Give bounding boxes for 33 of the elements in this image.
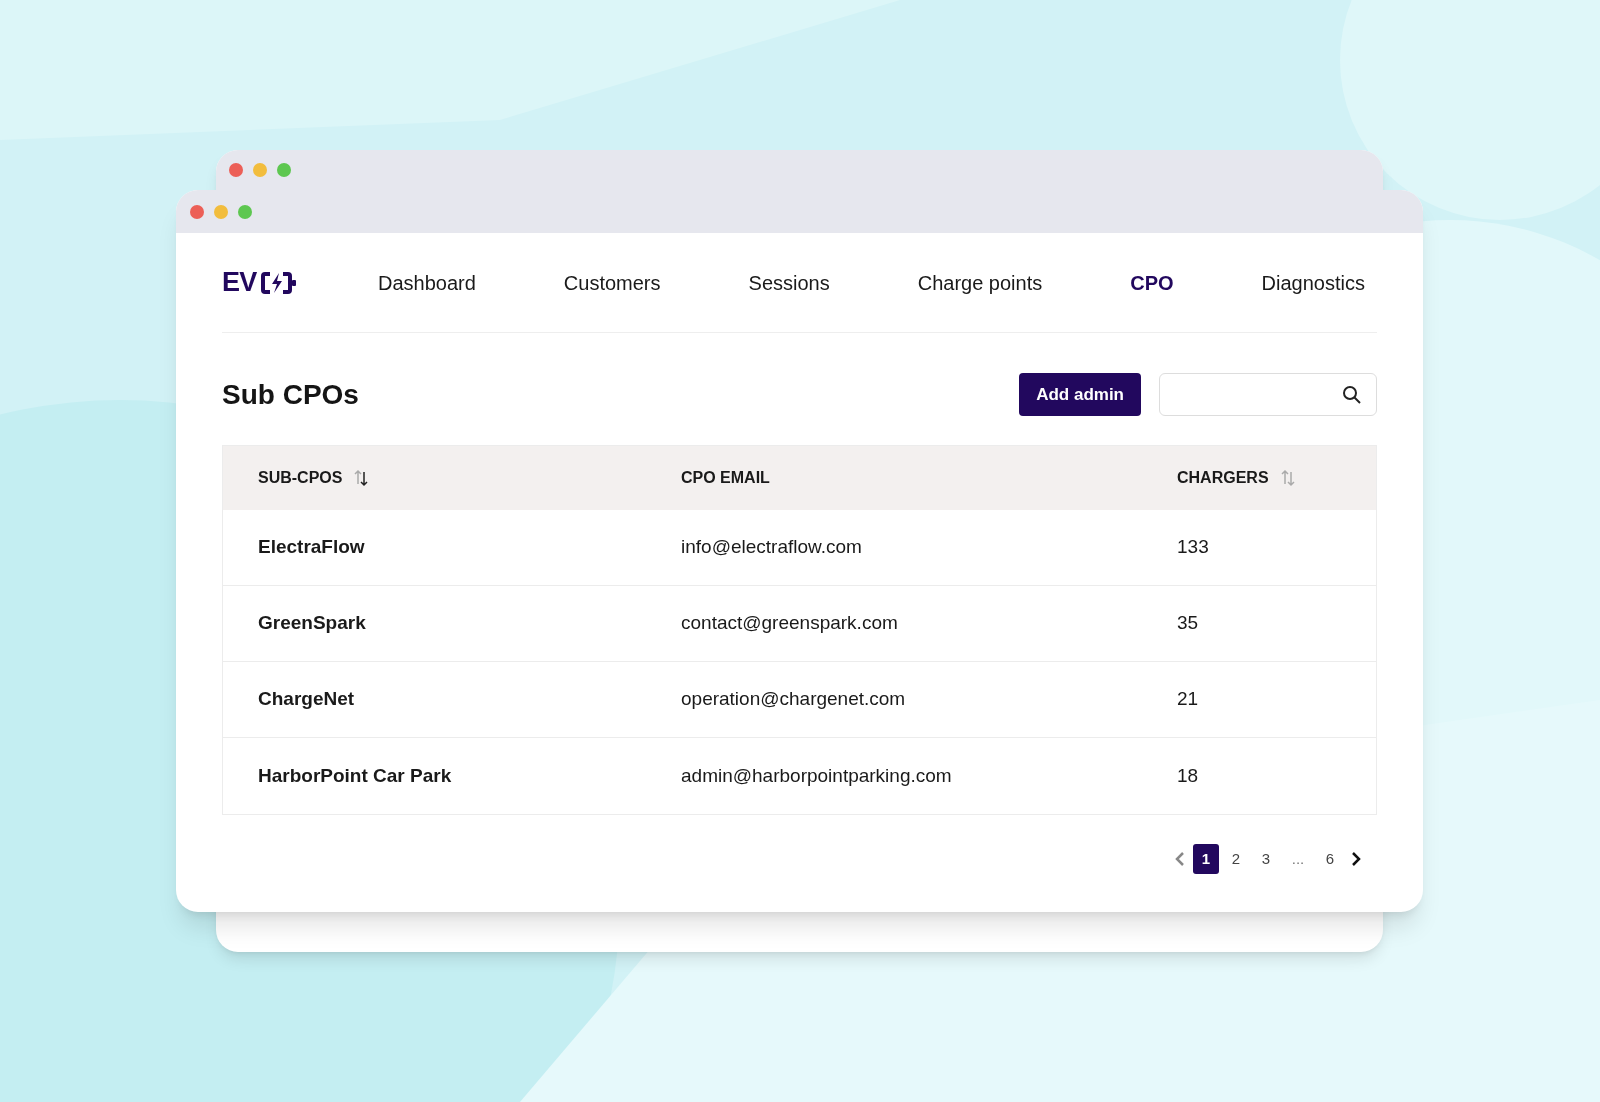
sort-icon[interactable] xyxy=(354,469,369,487)
table-cell: info@electraflow.com xyxy=(681,536,862,558)
nav-tab[interactable]: Diagnostics xyxy=(1261,267,1365,298)
search-field[interactable] xyxy=(1159,373,1377,416)
page-button[interactable]: 6 xyxy=(1317,844,1343,874)
table-cell: 35 xyxy=(1177,612,1199,634)
search-icon xyxy=(1342,384,1362,405)
table-cell: HarborPoint Car Park xyxy=(258,764,452,786)
logo-text: EV xyxy=(222,266,257,300)
nav-tab[interactable]: Charge points xyxy=(917,267,1043,298)
page-title: Sub CPOs xyxy=(222,377,359,412)
table-cell: GreenSpark xyxy=(258,612,366,634)
nav-tab[interactable]: Sessions xyxy=(748,267,830,298)
table-cell: ChargeNet xyxy=(258,688,355,710)
table-cell: contact@greenspark.com xyxy=(681,612,898,634)
page-button[interactable]: 2 xyxy=(1223,844,1249,874)
nav-tab[interactable]: CPO xyxy=(1130,267,1174,298)
table-cell: admin@harborpointparking.com xyxy=(681,764,952,786)
column-header: CPO EMAIL xyxy=(681,468,770,488)
column-header: CHARGERS xyxy=(1177,468,1269,488)
pagination-ellipsis: ... xyxy=(1290,848,1306,869)
nav-tab[interactable]: Dashboard xyxy=(378,267,476,298)
page-button[interactable]: 1 xyxy=(1193,844,1219,874)
table-cell: operation@chargenet.com xyxy=(681,688,906,710)
table-cell: ElectraFlow xyxy=(258,536,365,558)
page-button[interactable]: 3 xyxy=(1253,844,1279,874)
add-admin-button[interactable]: Add admin xyxy=(1019,373,1141,416)
table-cell: 21 xyxy=(1177,688,1199,710)
column-header: SUB-CPOS xyxy=(258,468,343,488)
table-cell: 133 xyxy=(1177,536,1209,558)
nav-tab[interactable]: Customers xyxy=(563,267,661,298)
table-cell: 18 xyxy=(1177,764,1199,786)
battery-bolt-icon xyxy=(260,270,297,295)
